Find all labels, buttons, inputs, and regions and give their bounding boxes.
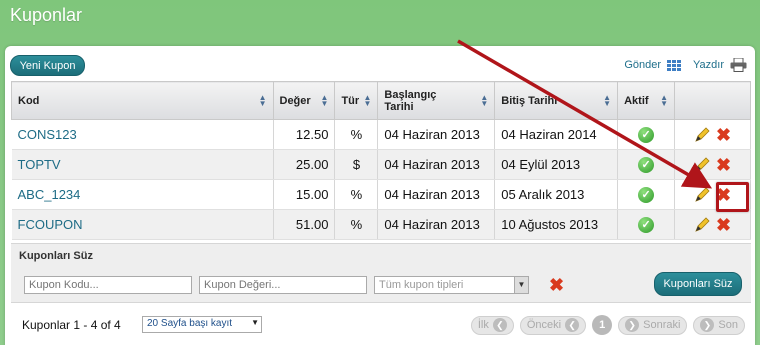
coupon-value: 15.00	[273, 179, 336, 210]
pagination: İlk ❮ Önceki ❮ 1 ❯ Sonraki ❯ Son	[470, 315, 745, 335]
delete-x-icon[interactable]: ✖	[716, 216, 731, 234]
sort-icon: ▲ ▼	[258, 93, 267, 108]
filter-coupons-button[interactable]: Kuponları Süz	[654, 272, 742, 296]
coupons-panel: Yeni Kupon Gönder Yazdır Kod ▲ ▼ Değer ▲ ▼ T…	[5, 46, 755, 345]
active-check-icon[interactable]: ✓	[638, 157, 655, 173]
table-row: ABC_1234 15.00 % 04 Haziran 2013 05 Aral…	[11, 179, 751, 210]
first-page-button[interactable]: İlk ❮	[470, 315, 514, 335]
delete-highlight-box	[716, 182, 749, 212]
coupon-start-date: 04 Haziran 2013	[377, 119, 496, 150]
chevron-right-icon: ❯	[700, 318, 715, 332]
table-row: FCOUPON 51.00 % 04 Haziran 2013 10 Ağust…	[11, 209, 751, 240]
edit-pencil-icon[interactable]	[694, 186, 710, 203]
current-page: 1	[592, 315, 613, 335]
print-link[interactable]: Yazdır	[693, 59, 724, 71]
printer-icon[interactable]	[730, 57, 747, 72]
coupon-end-date: 10 Ağustos 2013	[494, 209, 619, 240]
coupons-table: Kod ▲ ▼ Değer ▲ ▼ Tür ▲ ▼ Başlangıç Tarihi ▲ ▼ Bi…	[11, 81, 751, 240]
chevron-down-icon: ▼	[514, 277, 528, 293]
filter-bar: Kuponları Süz Tüm kupon tipleri ▼ ✖ Kupo…	[11, 243, 751, 303]
coupon-type: %	[334, 209, 379, 240]
new-coupon-button[interactable]: Yeni Kupon	[10, 55, 85, 76]
header-start-date[interactable]: Başlangıç Tarihi ▲ ▼	[377, 81, 496, 120]
coupon-end-date: 04 Eylül 2013	[494, 149, 619, 180]
active-check-icon[interactable]: ✓	[638, 217, 655, 233]
delete-x-icon[interactable]: ✖	[716, 156, 731, 174]
header-value[interactable]: Değer ▲ ▼	[272, 81, 336, 120]
previous-page-button[interactable]: Önceki ❮	[519, 315, 587, 335]
coupon-end-date: 04 Haziran 2014	[494, 119, 619, 150]
coupon-type: %	[334, 119, 379, 150]
last-page-button[interactable]: ❯ Son	[693, 315, 745, 335]
page-title: Kuponlar	[10, 5, 83, 25]
sort-icon: ▲ ▼	[363, 93, 372, 108]
header-end-date[interactable]: Bitiş Tarihi ▲ ▼	[494, 81, 619, 120]
active-check-icon[interactable]: ✓	[638, 187, 655, 203]
chevron-down-icon: ▼	[251, 318, 259, 327]
coupon-value: 25.00	[273, 149, 336, 180]
chevron-left-icon: ❮	[565, 318, 580, 332]
header-active[interactable]: Aktif ▲ ▼	[617, 81, 676, 120]
filter-title: Kuponları Süz	[19, 250, 93, 262]
coupon-value: 51.00	[273, 209, 336, 240]
edit-pencil-icon[interactable]	[694, 126, 710, 143]
coupon-value-filter-input[interactable]	[199, 276, 367, 294]
active-check-icon[interactable]: ✓	[638, 127, 655, 143]
grid-icon[interactable]	[667, 59, 682, 71]
coupon-value: 12.50	[273, 119, 336, 150]
coupon-start-date: 04 Haziran 2013	[377, 149, 496, 180]
sort-icon: ▲ ▼	[660, 93, 669, 108]
coupon-code-link[interactable]: CONS123	[18, 127, 77, 142]
coupon-type: %	[334, 179, 379, 210]
clear-filter-x-icon[interactable]: ✖	[549, 276, 564, 294]
per-page-select[interactable]: 20 Sayfa başı kayıt ▼	[142, 316, 262, 333]
delete-x-icon[interactable]: ✖	[716, 126, 731, 144]
edit-pencil-icon[interactable]	[694, 216, 710, 233]
coupon-type: $	[334, 149, 379, 180]
coupon-code-link[interactable]: FCOUPON	[18, 217, 83, 232]
table-row: TOPTV 25.00 $ 04 Haziran 2013 04 Eylül 2…	[11, 149, 751, 180]
send-link[interactable]: Gönder	[624, 59, 661, 71]
coupon-end-date: 05 Aralık 2013	[494, 179, 619, 210]
header-actions	[674, 81, 751, 120]
edit-pencil-icon[interactable]	[694, 156, 710, 173]
sort-icon: ▲ ▼	[320, 93, 329, 108]
coupon-code-filter-input[interactable]	[24, 276, 192, 294]
coupon-type-select[interactable]: Tüm kupon tipleri ▼	[374, 276, 529, 294]
coupon-start-date: 04 Haziran 2013	[377, 179, 496, 210]
table-row: CONS123 12.50 % 04 Haziran 2013 04 Hazir…	[11, 119, 751, 150]
sort-icon: ▲ ▼	[480, 93, 489, 108]
chevron-left-icon: ❮	[492, 318, 507, 332]
record-count: Kuponlar 1 - 4 of 4	[22, 318, 121, 332]
coupon-code-link[interactable]: ABC_1234	[18, 187, 81, 202]
toolbar-tools: Gönder Yazdır	[624, 57, 747, 72]
coupon-start-date: 04 Haziran 2013	[377, 209, 496, 240]
coupon-code-link[interactable]: TOPTV	[18, 157, 61, 172]
header-type[interactable]: Tür ▲ ▼	[334, 81, 379, 120]
next-page-button[interactable]: ❯ Sonraki	[618, 315, 688, 335]
header-code[interactable]: Kod ▲ ▼	[11, 81, 274, 120]
chevron-right-icon: ❯	[625, 318, 640, 332]
sort-icon: ▲ ▼	[603, 93, 612, 108]
